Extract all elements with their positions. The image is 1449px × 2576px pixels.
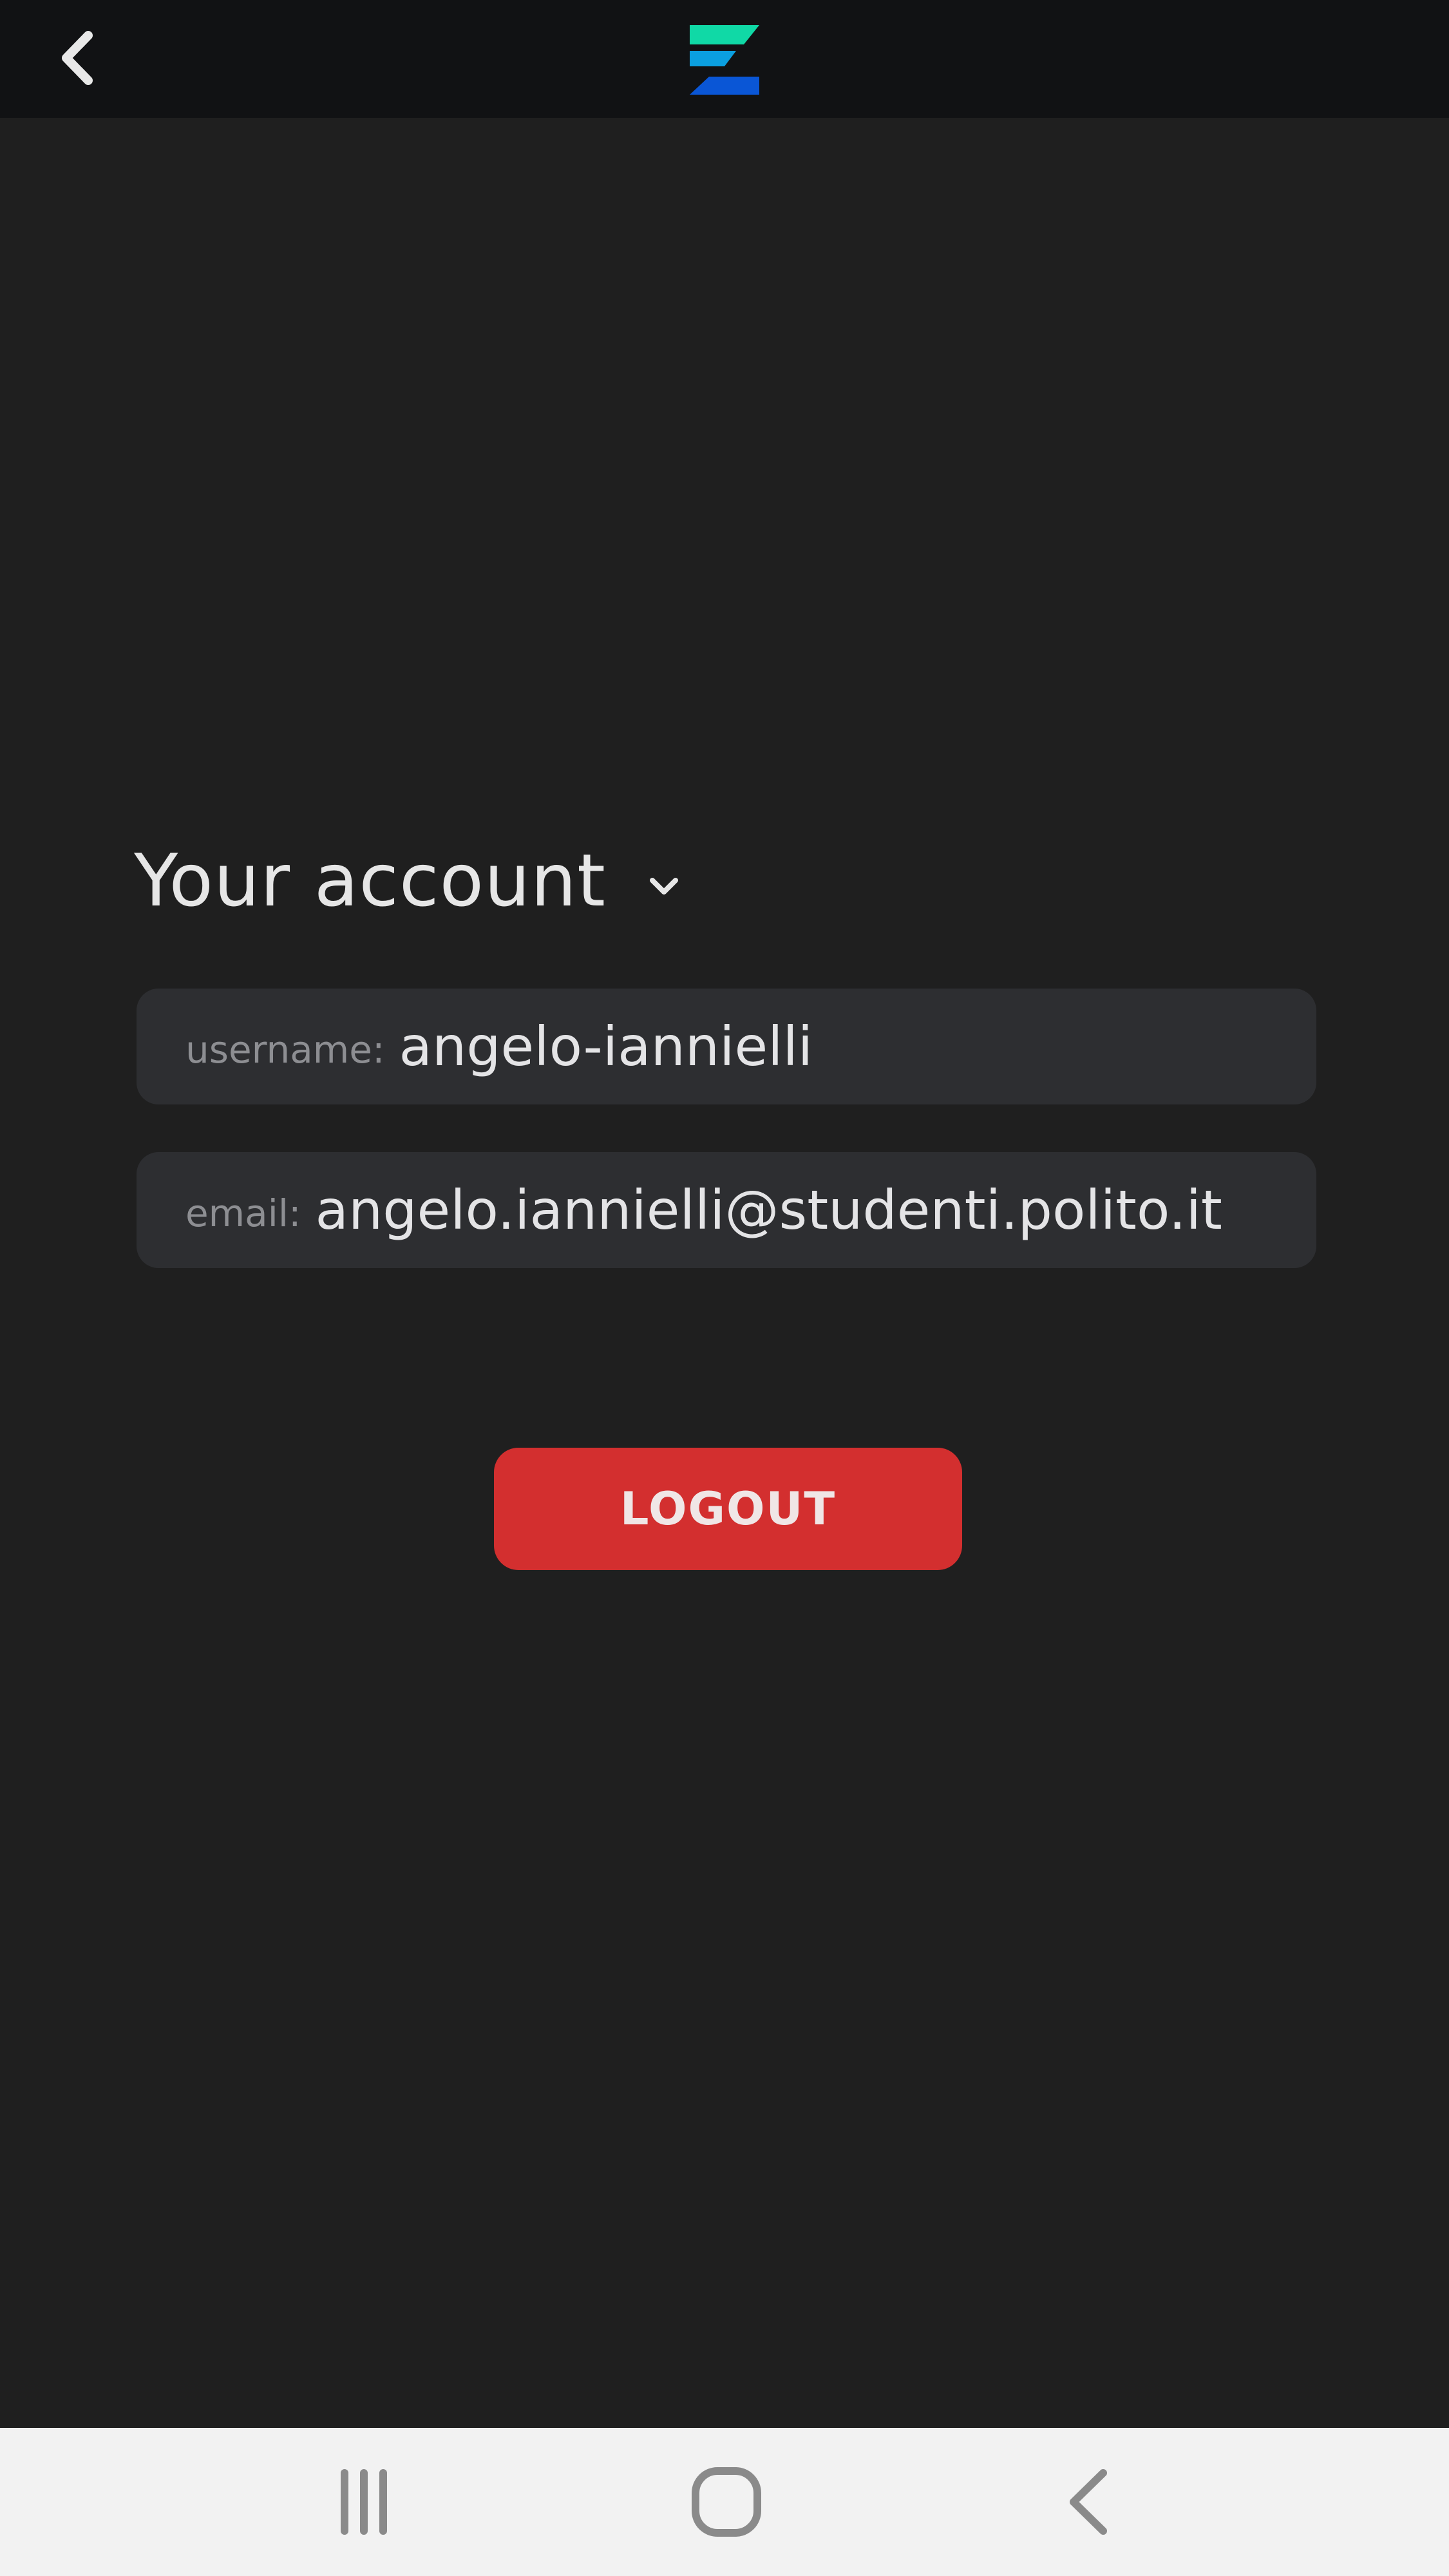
email-label: email: bbox=[185, 1191, 301, 1235]
logout-button[interactable]: LOGOUT bbox=[494, 1448, 962, 1570]
system-navigation-bar bbox=[0, 2428, 1449, 2576]
app-logo bbox=[690, 25, 759, 95]
chevron-down-icon bbox=[649, 878, 678, 895]
username-field: username: angelo-iannielli bbox=[137, 989, 1316, 1104]
account-title: Your account bbox=[134, 839, 606, 923]
chevron-left-icon bbox=[62, 31, 93, 85]
username-value: angelo-iannielli bbox=[399, 1015, 813, 1078]
back-icon bbox=[1070, 2469, 1107, 2535]
email-field: email: angelo.iannielli@studenti.polito.… bbox=[137, 1152, 1316, 1268]
home-button[interactable] bbox=[681, 2463, 772, 2541]
username-label: username: bbox=[185, 1028, 385, 1072]
email-value: angelo.iannielli@studenti.polito.it bbox=[315, 1179, 1222, 1242]
main-content: Your account username: angelo-iannielli … bbox=[0, 118, 1449, 2428]
home-icon bbox=[692, 2467, 761, 2537]
system-back-button[interactable] bbox=[1043, 2463, 1133, 2541]
back-button[interactable] bbox=[45, 26, 109, 90]
account-screen: Your account username: angelo-iannielli … bbox=[0, 0, 1449, 2576]
recents-button[interactable] bbox=[319, 2463, 409, 2541]
account-section-toggle[interactable]: Your account bbox=[134, 839, 683, 923]
top-app-bar bbox=[0, 0, 1449, 118]
recents-icon bbox=[341, 2469, 387, 2535]
